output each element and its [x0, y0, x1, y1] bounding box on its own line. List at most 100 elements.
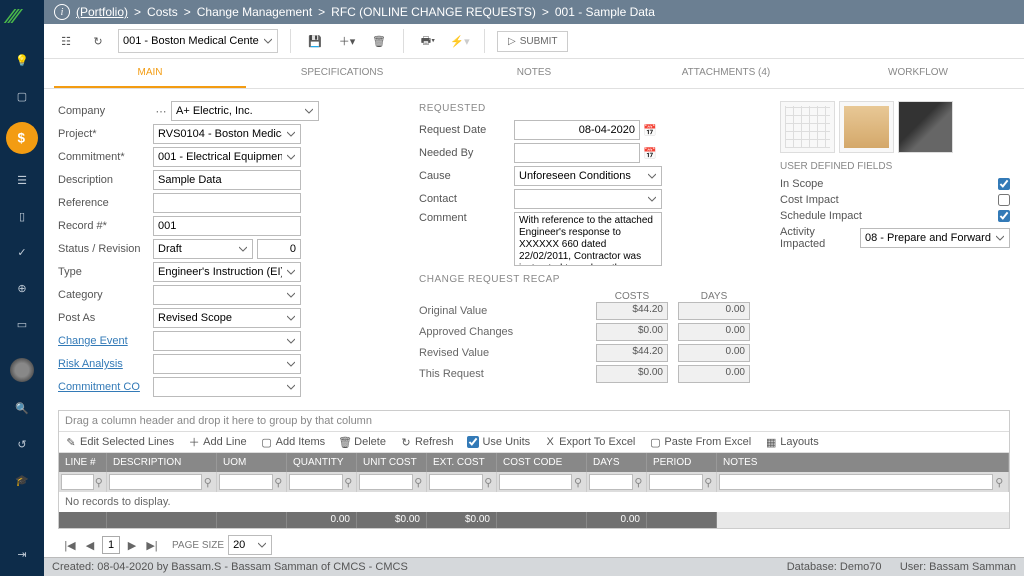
sidebar-search-icon[interactable]: 🔍: [12, 398, 32, 418]
status-select[interactable]: Draft: [153, 239, 253, 259]
filter-qty[interactable]: [289, 474, 343, 490]
filter-icon[interactable]: ⚲: [343, 476, 354, 489]
delete-icon[interactable]: 🗑: [367, 29, 391, 53]
thumb-floorplan[interactable]: [839, 101, 894, 153]
col-costcode[interactable]: COST CODE: [497, 453, 587, 472]
thumb-equipment[interactable]: [898, 101, 953, 153]
col-line[interactable]: LINE #: [59, 453, 107, 472]
sidebar-grad-icon[interactable]: 🎓: [12, 470, 32, 490]
col-uom[interactable]: UOM: [217, 453, 287, 472]
filter-icon[interactable]: ⚲: [202, 476, 214, 489]
col-days[interactable]: DAYS: [587, 453, 647, 472]
filter-icon[interactable]: ⚲: [703, 476, 714, 489]
page-number-input[interactable]: [102, 536, 120, 554]
change-event-select[interactable]: [153, 331, 301, 351]
filter-cc[interactable]: [499, 474, 572, 490]
sidebar-check-icon[interactable]: ✓: [12, 242, 32, 262]
bc-rfc[interactable]: RFC (ONLINE CHANGE REQUESTS): [331, 5, 536, 19]
col-period[interactable]: PERIOD: [647, 453, 717, 472]
sidebar-building-icon[interactable]: ▯: [12, 206, 32, 226]
tab-workflow[interactable]: WORKFLOW: [822, 59, 1014, 88]
category-select[interactable]: [153, 285, 301, 305]
company-select[interactable]: A+ Electric, Inc.: [171, 101, 319, 121]
project-select[interactable]: RVS0104 - Boston Medical Center: [153, 124, 301, 144]
udf-inscope-check[interactable]: [998, 178, 1010, 190]
revision-input[interactable]: [257, 239, 301, 259]
ellipsis-icon[interactable]: ⋯: [153, 103, 169, 119]
grid-export-button[interactable]: XExport To Excel: [544, 436, 635, 448]
filter-icon[interactable]: ⚲: [413, 476, 424, 489]
col-desc[interactable]: DESCRIPTION: [107, 453, 217, 472]
tab-specifications[interactable]: SPECIFICATIONS: [246, 59, 438, 88]
risk-select[interactable]: [153, 354, 301, 374]
project-selector[interactable]: 001 - Boston Medical Center - Samp: [118, 29, 278, 53]
history-icon[interactable]: ↻: [86, 29, 110, 53]
filter-line[interactable]: [61, 474, 94, 490]
comment-textarea[interactable]: With reference to the attached Engineer'…: [514, 212, 662, 266]
col-extcost[interactable]: EXT. COST: [427, 453, 497, 472]
page-next-icon[interactable]: ▶: [124, 537, 140, 553]
postas-select[interactable]: Revised Scope: [153, 308, 301, 328]
record-input[interactable]: [153, 216, 301, 236]
lbl-change-event[interactable]: Change Event: [58, 335, 153, 347]
new-icon[interactable]: ＋▾: [335, 29, 359, 53]
thumb-blueprint[interactable]: [780, 101, 835, 153]
col-notes[interactable]: NOTES: [717, 453, 1009, 472]
description-input[interactable]: [153, 170, 301, 190]
lbl-risk[interactable]: Risk Analysis: [58, 358, 153, 370]
outline-icon[interactable]: ☷: [54, 29, 78, 53]
sidebar-list-icon[interactable]: ☰: [12, 170, 32, 190]
page-last-icon[interactable]: ▶|: [144, 537, 160, 553]
contact-select[interactable]: [514, 189, 662, 209]
commitment-select[interactable]: 001 - Electrical Equipment: [153, 147, 301, 167]
filter-icon[interactable]: ⚲: [94, 476, 104, 489]
udf-activity-select[interactable]: 08 - Prepare and Forward Rebar: [860, 228, 1010, 248]
grid-refresh-button[interactable]: ↻Refresh: [400, 436, 454, 448]
bc-portfolio[interactable]: (Portfolio): [76, 5, 128, 19]
filter-notes[interactable]: [719, 474, 993, 490]
col-qty[interactable]: QUANTITY: [287, 453, 357, 472]
filter-period[interactable]: [649, 474, 703, 490]
sidebar-globe-icon[interactable]: ⊕: [12, 278, 32, 298]
page-prev-icon[interactable]: ◀: [82, 537, 98, 553]
grid-useunits-check[interactable]: Use Units: [467, 436, 530, 448]
ccco-select[interactable]: [153, 377, 301, 397]
tab-notes[interactable]: NOTES: [438, 59, 630, 88]
sidebar-clipboard-icon[interactable]: ▢: [12, 86, 32, 106]
grid-additems-button[interactable]: ▢Add Items: [261, 436, 326, 448]
grid-addline-button[interactable]: ＋Add Line: [188, 436, 246, 448]
bolt-icon[interactable]: ⚡▾: [448, 29, 472, 53]
type-select[interactable]: Engineer's Instruction (EI): [153, 262, 301, 282]
filter-desc[interactable]: [109, 474, 202, 490]
cause-select[interactable]: Unforeseen Conditions: [514, 166, 662, 186]
sidebar-avatar[interactable]: [10, 358, 34, 382]
grid-layouts-button[interactable]: ▦Layouts: [765, 436, 819, 448]
udf-sched-check[interactable]: [998, 210, 1010, 222]
filter-ec[interactable]: [429, 474, 483, 490]
filter-uom[interactable]: [219, 474, 273, 490]
filter-icon[interactable]: ⚲: [483, 476, 494, 489]
filter-uc[interactable]: [359, 474, 413, 490]
tab-main[interactable]: MAIN: [54, 59, 246, 88]
filter-icon[interactable]: ⚲: [633, 476, 644, 489]
filter-days[interactable]: [589, 474, 633, 490]
save-icon[interactable]: 💾: [303, 29, 327, 53]
info-icon[interactable]: i: [54, 4, 70, 20]
filter-icon[interactable]: ⚲: [993, 476, 1006, 489]
udf-cost-check[interactable]: [998, 194, 1010, 206]
grid-edit-button[interactable]: ✎Edit Selected Lines: [65, 436, 174, 448]
sidebar-briefcase-icon[interactable]: ▭: [12, 314, 32, 334]
sidebar-bulb-icon[interactable]: 💡: [12, 50, 32, 70]
sidebar-dollar-icon[interactable]: $: [6, 122, 38, 154]
page-size-select[interactable]: 20: [228, 535, 272, 555]
filter-icon[interactable]: ⚲: [572, 476, 584, 489]
page-first-icon[interactable]: |◀: [62, 537, 78, 553]
needed-by-input[interactable]: [514, 143, 640, 163]
print-icon[interactable]: 🖶▾: [416, 29, 440, 53]
request-date-input[interactable]: [514, 120, 640, 140]
sidebar-history-icon[interactable]: ↺: [12, 434, 32, 454]
bc-costs[interactable]: Costs: [147, 5, 178, 19]
lbl-ccco[interactable]: Commitment CO: [58, 381, 153, 393]
col-unitcost[interactable]: UNIT COST: [357, 453, 427, 472]
grid-paste-button[interactable]: ▢Paste From Excel: [649, 436, 751, 448]
